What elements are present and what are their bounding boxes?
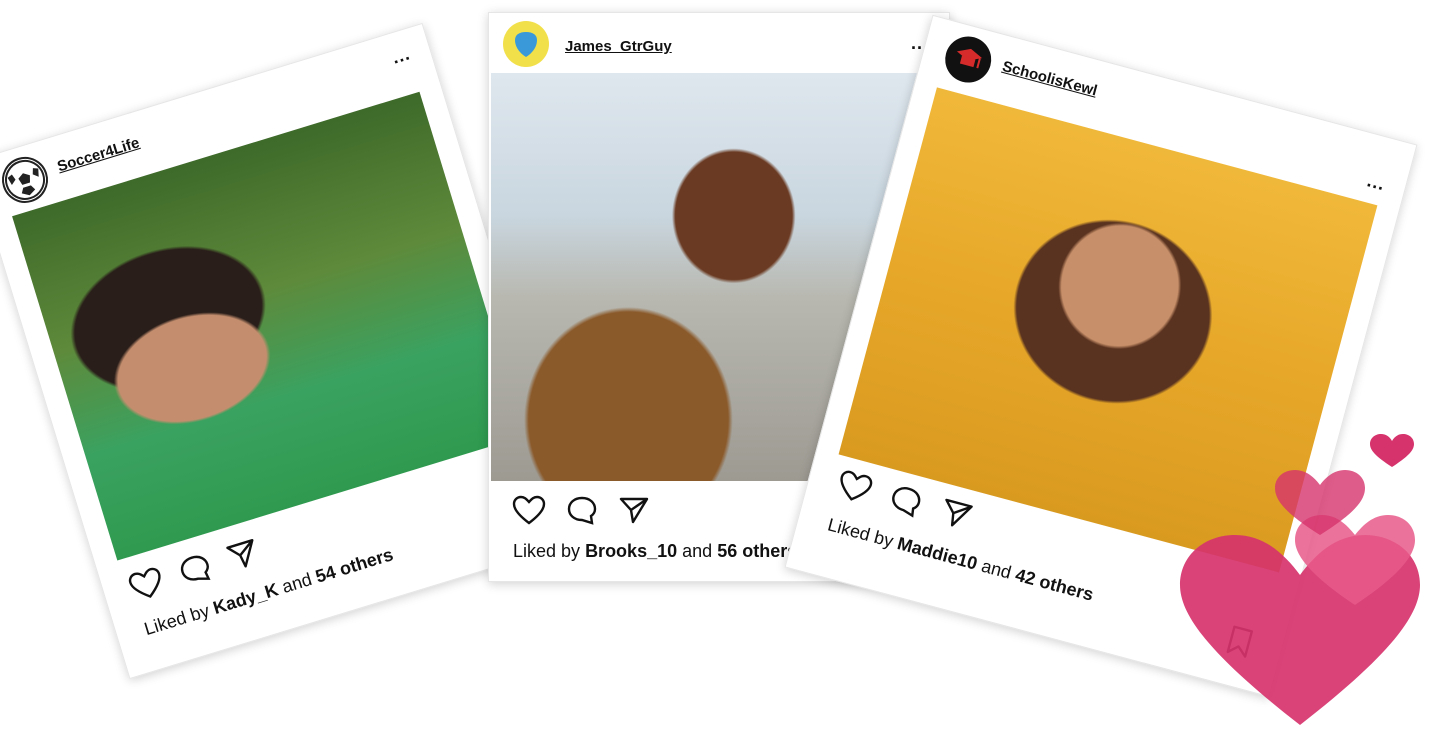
liked-count[interactable]: 54 others	[313, 544, 395, 587]
blue-shield-icon[interactable]	[503, 21, 549, 67]
soccer-ball-icon[interactable]	[0, 151, 54, 209]
share-send-icon[interactable]	[936, 495, 977, 533]
graduation-cap-icon[interactable]	[940, 31, 997, 88]
more-options-icon[interactable]: ...	[1365, 170, 1388, 195]
comment-bubble-icon[interactable]	[176, 550, 215, 588]
tiny-heart-icon	[1370, 434, 1414, 467]
post-username[interactable]: James_GtrGuy	[565, 38, 672, 55]
liked-by-user-link[interactable]: Brooks_10	[585, 541, 677, 561]
like-heart-icon[interactable]	[834, 468, 877, 506]
post-header: James_GtrGuy ...	[489, 13, 949, 77]
comment-bubble-icon[interactable]	[565, 495, 599, 525]
liked-count[interactable]: 42 others	[1013, 565, 1095, 605]
share-send-icon[interactable]	[223, 535, 262, 573]
comment-bubble-icon[interactable]	[886, 482, 927, 520]
post-username[interactable]: Soccer4Life	[55, 134, 141, 175]
likes-text: Liked by Brooks_10 and 56 others	[513, 541, 798, 561]
share-send-icon[interactable]	[617, 495, 651, 525]
liked-count[interactable]: 56 others	[717, 541, 797, 561]
more-options-icon[interactable]: ...	[390, 43, 413, 68]
post-actions	[511, 495, 651, 525]
small-heart-icon	[1275, 470, 1365, 535]
floating-hearts-decoration	[1180, 434, 1420, 725]
liked-by-user-link[interactable]: Maddie10	[895, 533, 979, 574]
post-username[interactable]: SchoolisKewl	[1000, 58, 1099, 100]
liked-by-user-link[interactable]: Kady_K	[211, 579, 281, 618]
like-heart-icon[interactable]	[126, 565, 167, 604]
like-heart-icon[interactable]	[511, 495, 547, 525]
